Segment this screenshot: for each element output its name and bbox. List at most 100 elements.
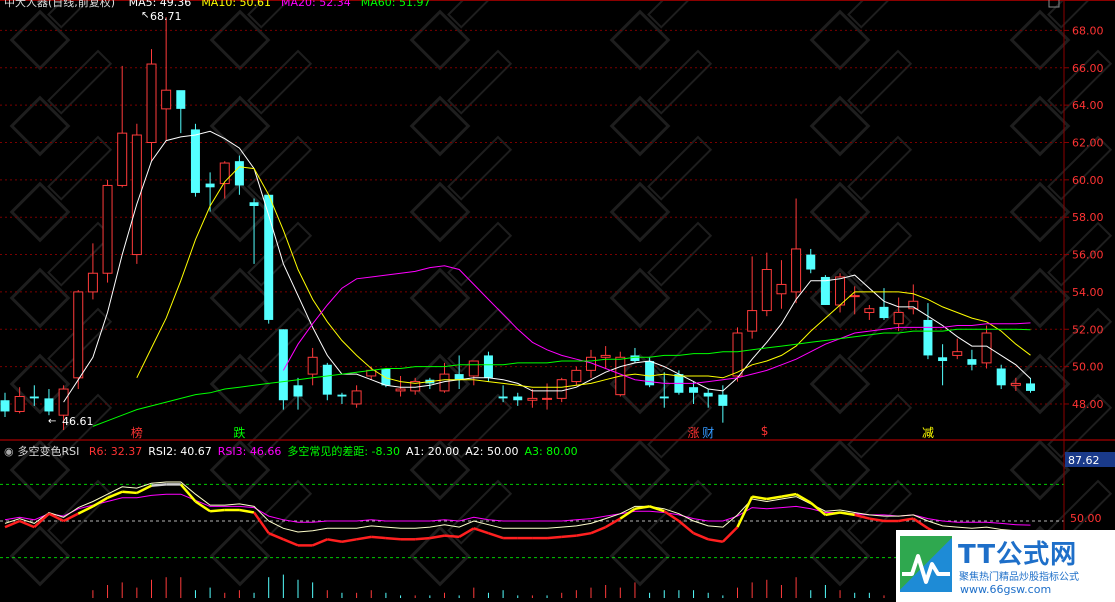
candle-body-down [29, 396, 39, 399]
watermark-mark [809, 307, 913, 415]
candle-body-down [498, 396, 508, 399]
candle-body-up [776, 283, 787, 295]
collapse-icon[interactable]: ◉ [4, 445, 14, 458]
candle-body-down [249, 202, 259, 206]
watermark-box [809, 181, 871, 243]
candle-body-down [806, 254, 816, 270]
watermark-mark [409, 479, 513, 587]
candle-body-up [893, 311, 904, 325]
candle-body-up [14, 396, 25, 412]
logo-brand-text: TT公式网 [958, 540, 1078, 570]
rsi6-segment [546, 535, 562, 540]
candle-body-down [718, 394, 728, 406]
main-header: 中大人器(日线,前复权) MA5: 49.36 MA10: 50.61 MA20: … [4, 0, 431, 9]
event-marker[interactable]: $ [761, 424, 769, 438]
ma-legend: MA5: 49.36 MA10: 50.61 MA20: 52.34 MA60: 51… [119, 0, 431, 9]
watermark-mark [9, 49, 113, 157]
event-marker[interactable]: 涨 [688, 424, 700, 441]
candle-body-down [293, 385, 303, 397]
rsi-legend: R6: 32.37 RSI2: 40.67 RSI3: 46.66 多空常见的差距: … [83, 445, 578, 458]
rsi6-segment [356, 535, 372, 541]
watermark-box [1009, 9, 1071, 71]
candle-body-up [791, 248, 802, 293]
watermark-box [609, 181, 671, 243]
rsi6-segment [898, 517, 914, 523]
event-marker[interactable]: 跌 [233, 424, 245, 441]
watermark-bar [447, 0, 513, 29]
watermark-mark [809, 135, 913, 243]
price-axis: 48.00 50.00 52.00 54.00 56.00 58.00 60.00 62.00… [1064, 24, 1104, 411]
rsi-legend-item: A1: 20.00 [406, 445, 460, 458]
watermark-bar [847, 49, 913, 115]
watermark-mark [609, 479, 713, 587]
watermark-layer [9, 0, 1113, 587]
candle-body-down [996, 368, 1006, 386]
watermark-box [1009, 95, 1071, 157]
watermark-box [609, 9, 671, 71]
watermark-bar [647, 135, 713, 201]
rsi6-segment [561, 534, 577, 539]
watermark-box [409, 9, 471, 71]
rsi6-segment [33, 512, 50, 529]
site-logo: TT公式网 聚焦热门精品炒股指标公式 www.66gsw.com [896, 530, 1115, 602]
candle-body-up [600, 354, 611, 358]
candle-body-up [1010, 382, 1021, 386]
candle-body-down [630, 355, 640, 362]
rsi6-segment [282, 538, 299, 547]
candle-body-down [923, 319, 933, 356]
rsi6-segment [488, 532, 504, 540]
watermark-mark [609, 393, 713, 501]
watermark-bar [247, 49, 313, 115]
candle-body-down [703, 392, 713, 397]
candle-body-down [0, 400, 10, 412]
watermark-mark [809, 393, 913, 501]
rsi6-segment [854, 513, 870, 520]
rsi6-segment [444, 534, 460, 539]
watermark-mark [409, 307, 513, 415]
logo-wave-icon [902, 554, 950, 584]
rsi6-segment [327, 538, 343, 543]
security-title: 中大人器(日线,前复权) [4, 0, 116, 9]
candle-body-down [879, 306, 889, 319]
rsi2-line [4, 481, 1031, 533]
chart-canvas: 48.00 50.00 52.00 54.00 56.00 58.00 60.00 62.00… [0, 0, 1115, 602]
watermark-mark [809, 49, 913, 157]
watermark-box [9, 525, 71, 587]
logo-url-text: www.66gsw.com [960, 583, 1052, 596]
watermark-bar [47, 49, 113, 115]
watermark-box [609, 95, 671, 157]
candle-body-up [747, 310, 758, 332]
watermark-box [409, 95, 471, 157]
watermark-box [609, 439, 671, 501]
watermark-box [209, 95, 271, 157]
low-arrow-icon: ← [48, 416, 56, 427]
rsi6-segment [693, 532, 709, 541]
rsi-legend-item: A2: 50.00 [465, 445, 519, 458]
event-marker[interactable]: 财 [702, 424, 714, 441]
candle-body-down [659, 396, 669, 399]
event-marker[interactable]: 榜 [131, 424, 143, 441]
watermark-mark [9, 479, 113, 587]
rsi-legend-item: RSI2: 40.67 [148, 445, 212, 458]
rsi6-segment [136, 484, 153, 495]
candle-body-up [527, 397, 538, 401]
candle-body-up [395, 388, 406, 392]
watermark-mark [609, 49, 713, 157]
watermark-mark [609, 135, 713, 243]
rsi6-segment [766, 495, 782, 501]
watermark-box [609, 267, 671, 329]
rsi6-segment [473, 527, 489, 535]
rsi6-segment [795, 493, 812, 504]
candle-body-down [967, 359, 977, 365]
watermark-bar [447, 307, 513, 373]
watermark-bar [847, 135, 913, 201]
watermark-bar [47, 135, 113, 201]
watermark-box [409, 267, 471, 329]
rsi6-segment [415, 536, 430, 541]
candle-body-up [571, 369, 582, 383]
event-marker[interactable]: 减 [922, 424, 934, 441]
price-tick-label: 56.00 [1072, 249, 1104, 262]
watermark-box [209, 181, 271, 243]
watermark-bar [447, 479, 513, 545]
rsi6-segment [385, 536, 401, 541]
